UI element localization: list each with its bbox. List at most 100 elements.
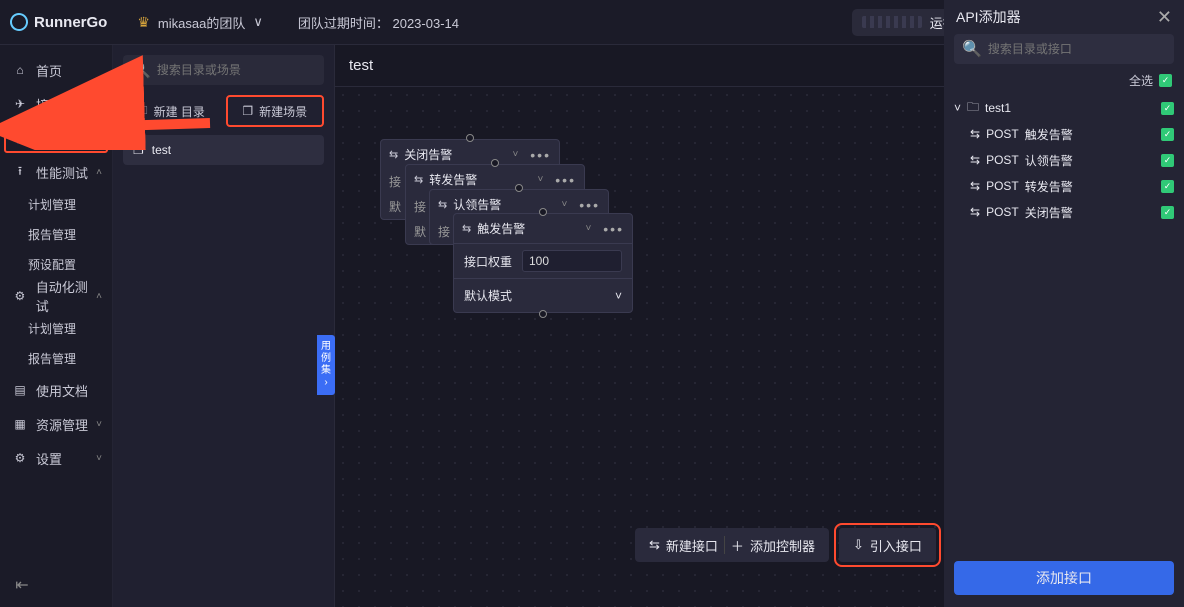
- sidebar-item-auto-plan[interactable]: 计划管理: [0, 313, 112, 343]
- scene-tree-item[interactable]: ❐ test: [123, 135, 324, 165]
- close-icon[interactable]: ✕: [1157, 7, 1172, 28]
- node-port-top[interactable]: [466, 134, 474, 142]
- button-label: 添加控制器: [750, 536, 815, 555]
- sidebar-item-perf[interactable]: ⭱ 性能测试 ˄: [0, 155, 112, 189]
- chevron-down-icon: ˅: [96, 453, 102, 464]
- more-icon[interactable]: •••: [579, 197, 600, 213]
- brand-logo-icon: [7, 10, 30, 33]
- settings-icon: ⚙: [12, 450, 28, 466]
- sidebar-item-label: 报告管理: [28, 226, 76, 243]
- tree-api-item[interactable]: ⇆ POST 认领告警 ✓: [970, 147, 1174, 173]
- sidebar-item-scene[interactable]: ▣ 场景管理: [4, 123, 108, 153]
- link-icon: ⇆: [970, 153, 980, 167]
- sidebar-item-label: 预设配置: [28, 256, 76, 273]
- checkbox-checked-icon[interactable]: ✓: [1161, 154, 1174, 167]
- node-port-top[interactable]: [539, 208, 547, 216]
- sidebar-item-label: 计划管理: [28, 196, 76, 213]
- add-api-submit-button[interactable]: 添加接口: [954, 561, 1174, 595]
- tree-api-item[interactable]: ⇆ POST 关闭告警 ✓: [970, 199, 1174, 225]
- api-adder-panel: API添加器 ✕ 🔍 全选 ✓ ˅ 🗀 test1 ✓ ⇆ POST 触发告警 …: [944, 0, 1184, 607]
- scene-item-label: test: [152, 143, 171, 157]
- select-all-row[interactable]: 全选 ✓: [944, 72, 1184, 95]
- auto-icon: ⚙: [12, 288, 28, 304]
- sidebar-item-label: 使用文档: [36, 381, 88, 400]
- flow-node-expanded[interactable]: ⇆ 触发告警 ˅ ••• 接口权重 默认模式 ˅: [453, 213, 633, 313]
- new-folder-button[interactable]: 🗀 新建 目录: [123, 95, 218, 127]
- more-icon[interactable]: •••: [603, 221, 624, 237]
- sidebar-item-label: 接口管理: [36, 95, 88, 114]
- sidebar-item-api[interactable]: ✈ 接口管理: [0, 87, 112, 121]
- button-label: 添加接口: [1036, 568, 1092, 588]
- chevron-down-icon[interactable]: ˅: [561, 199, 567, 210]
- checkbox-checked-icon[interactable]: ✓: [1161, 128, 1174, 141]
- sidebar-item-resource[interactable]: ▦ 资源管理 ˅: [0, 407, 112, 441]
- folder-icon: 🗀: [136, 101, 148, 122]
- sidebar: ⌂ 首页 ✈ 接口管理 ▣ 场景管理 ⭱ 性能测试 ˄ 计划管理 报告管理 预设…: [0, 45, 113, 607]
- sidebar-item-home[interactable]: ⌂ 首页: [0, 53, 112, 87]
- scene-tree-panel: 🔍 🗀 新建 目录 ❐ 新建场景 ❐ test: [113, 45, 335, 607]
- node-port-bottom[interactable]: [539, 310, 547, 318]
- link-icon: ⇆: [970, 205, 980, 219]
- search-icon: 🔍: [962, 39, 982, 59]
- api-method: POST: [986, 205, 1019, 219]
- checkbox-checked-icon[interactable]: ✓: [1161, 102, 1174, 115]
- sidebar-item-settings[interactable]: ⚙ 设置 ˅: [0, 441, 112, 475]
- team-selector[interactable]: ♛ mikasaa的团队 ∨: [137, 13, 263, 32]
- scene-search-input[interactable]: [157, 63, 316, 77]
- api-method: POST: [986, 153, 1019, 167]
- weight-label: 接口权重: [464, 253, 512, 270]
- res-icon: ▦: [12, 416, 28, 432]
- api-search-input[interactable]: [988, 42, 1166, 56]
- more-icon[interactable]: •••: [555, 172, 576, 188]
- tree-api-item[interactable]: ⇆ POST 触发告警 ✓: [970, 121, 1174, 147]
- new-scene-button[interactable]: ❐ 新建场景: [226, 95, 325, 127]
- weight-input[interactable]: [522, 250, 622, 272]
- sidebar-item-auto-report[interactable]: 报告管理: [0, 343, 112, 373]
- sidebar-item-perf-report[interactable]: 报告管理: [0, 219, 112, 249]
- new-api-button[interactable]: ⇆ 新建接口 ＋ 添加控制器: [635, 528, 829, 562]
- copy-icon: ❐: [242, 104, 253, 118]
- sidebar-item-perf-preset[interactable]: 预设配置: [0, 249, 112, 279]
- scene-icon: ▣: [14, 130, 30, 146]
- sidebar-item-perf-plan[interactable]: 计划管理: [0, 189, 112, 219]
- team-name: mikasaa的团队: [158, 13, 245, 32]
- sidebar-item-label: 场景管理: [38, 129, 90, 148]
- chevron-up-icon: ˄: [96, 167, 102, 178]
- link-icon: ⇆: [414, 173, 423, 186]
- link-icon: ⇆: [649, 537, 660, 553]
- node-title: 转发告警: [429, 171, 477, 188]
- tree-folder[interactable]: ˅ 🗀 test1 ✓: [954, 95, 1174, 121]
- case-set-tab[interactable]: 用例集›: [317, 335, 335, 395]
- button-label: 引入接口: [870, 536, 922, 555]
- sidebar-item-label: 首页: [36, 61, 62, 80]
- scene-icon: ❐: [133, 143, 144, 157]
- node-port-top[interactable]: [491, 159, 499, 167]
- sidebar-item-auto[interactable]: ⚙ 自动化测试 ˄: [0, 279, 112, 313]
- scene-search[interactable]: 🔍: [123, 55, 324, 85]
- sidebar-item-docs[interactable]: ▤ 使用文档: [0, 373, 112, 407]
- checkbox-checked-icon[interactable]: ✓: [1159, 74, 1172, 87]
- checkbox-checked-icon[interactable]: ✓: [1161, 206, 1174, 219]
- tree-api-item[interactable]: ⇆ POST 转发告警 ✓: [970, 173, 1174, 199]
- chevron-down-icon[interactable]: ˅: [512, 149, 518, 160]
- node-port-top[interactable]: [515, 184, 523, 192]
- link-icon: ⇆: [970, 127, 980, 141]
- chevron-down-icon[interactable]: ˅: [537, 174, 543, 185]
- checkbox-checked-icon[interactable]: ✓: [1161, 180, 1174, 193]
- perf-icon: ⭱: [12, 164, 28, 180]
- collapse-sidebar-button[interactable]: ⇤: [12, 575, 32, 595]
- node-title: 认领告警: [453, 196, 501, 213]
- chevron-down-icon: ˅: [954, 101, 961, 115]
- mode-select[interactable]: 默认模式 ˅: [454, 278, 632, 312]
- api-search[interactable]: 🔍: [954, 34, 1174, 64]
- doc-icon: ▤: [12, 382, 28, 398]
- search-icon: 🔍: [131, 60, 151, 80]
- chevron-down-icon[interactable]: ˅: [585, 223, 591, 234]
- button-label: 新建接口: [666, 536, 718, 555]
- chevron-down-icon: ˅: [615, 289, 622, 303]
- chevron-down-icon: ∨: [253, 14, 263, 30]
- plus-icon: ＋: [731, 536, 744, 555]
- brand-text: RunnerGo: [34, 14, 107, 31]
- import-api-button[interactable]: ⇩ 引入接口: [839, 528, 936, 562]
- more-icon[interactable]: •••: [530, 147, 551, 163]
